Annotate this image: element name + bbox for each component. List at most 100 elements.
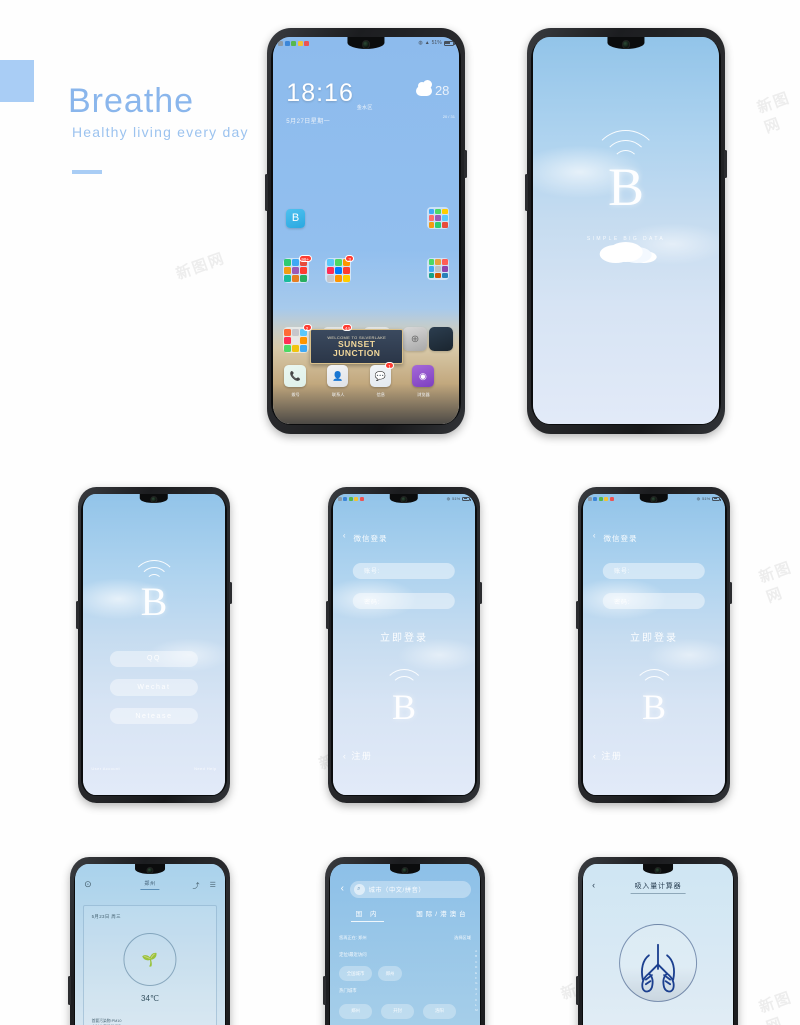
folder-icon[interactable] [282, 327, 309, 354]
alphabet-index[interactable]: ABC DEF GHJ KLM [475, 949, 478, 1012]
dock-label: 浏览器 [417, 392, 430, 398]
dock-label: 拨号 [291, 392, 300, 398]
phone-mockup-inhale: ‹ 吸入量计算器 记录每天吸入P [576, 857, 738, 1025]
temperature-value: 34℃ [141, 994, 159, 1003]
city-chip[interactable]: 开封 [381, 1004, 414, 1019]
battery-icon [462, 496, 472, 502]
weather-range: 20 / 31 [442, 114, 455, 120]
recent-section-label: 定位/最近访问 [339, 952, 367, 958]
dock-icon-messages[interactable]: 💬 1 [369, 362, 395, 387]
login-button-qq[interactable]: QQ [109, 650, 199, 667]
tab-international[interactable]: 国际/港澳台 [405, 908, 480, 922]
app-logo: B SIMPLE BIG DATA [567, 129, 686, 262]
back-button[interactable]: ‹ [593, 531, 596, 540]
folder-icon[interactable] [427, 207, 450, 230]
dock: 📞 👤 💬 1 ◉ 拨号 联系人 信息 浏览器 [273, 362, 458, 416]
need-help-link[interactable]: Need Help [194, 766, 217, 771]
folder-icon[interactable] [427, 257, 450, 280]
notch [643, 863, 673, 874]
power-button[interactable] [724, 149, 728, 179]
page-title: Breathe [68, 82, 195, 120]
app-logo-letter: B [291, 212, 300, 225]
login-submit-button[interactable]: 立即登录 [380, 629, 428, 644]
back-button[interactable]: ‹ [343, 531, 346, 540]
app-icon-car[interactable]: ⊕ [403, 327, 428, 352]
lock-icon[interactable]: ⊙ [84, 879, 92, 890]
weather-card: 5月23日 周三 🌱 34℃ 首要污染物:PM10 实时空气质量指数: 83 [82, 904, 218, 1025]
city-chip[interactable]: 全国城市 [339, 966, 373, 981]
dock-icon-contacts[interactable]: 👤 [327, 365, 349, 387]
register-label: 注册 [601, 751, 623, 762]
lungs-icon [641, 943, 675, 993]
login-button-wechat[interactable]: Wechat [109, 679, 199, 696]
decorative-square [0, 60, 34, 102]
power-button[interactable] [479, 581, 482, 604]
front-camera-icon [361, 39, 371, 49]
dock-icon-phone[interactable]: 📞 [284, 365, 306, 387]
password-field[interactable]: 密码: [602, 593, 706, 609]
watermark: 新图网 [173, 248, 228, 284]
front-camera-icon [400, 496, 408, 503]
select-region-link[interactable]: 选择区域 [454, 935, 471, 941]
back-button[interactable]: ‹ [341, 883, 344, 894]
tab-domestic[interactable]: 国 内 [330, 908, 405, 922]
menu-icon[interactable]: ☰ [210, 881, 216, 889]
volume-button[interactable] [323, 975, 326, 1006]
city-chip[interactable]: 郑州 [339, 1004, 373, 1019]
register-link[interactable]: ‹ 注册 [343, 749, 373, 762]
volume-button[interactable] [524, 174, 528, 211]
battery-percent: 51% [452, 496, 461, 502]
folder-wrapper[interactable]: 99+ [282, 254, 312, 284]
power-button[interactable] [729, 581, 732, 604]
app-icon-breathe[interactable]: B [286, 209, 305, 228]
wifi-icon: ◍ [446, 496, 451, 502]
badge-count: 1 [385, 362, 395, 370]
wifi-icon: ◍ [696, 496, 701, 502]
login-button-netease[interactable]: Netease [109, 707, 199, 725]
back-button[interactable]: ‹ [592, 880, 595, 890]
status-system-icons: ◍ ▲ 51% [418, 40, 455, 46]
status-notification-icons [587, 496, 614, 501]
status-system-icons: ◍ 51% [446, 496, 472, 502]
volume-button[interactable] [264, 174, 268, 211]
badge-count: 2 [302, 324, 312, 332]
screen-title: 微信登录 [603, 534, 638, 544]
register-label: 注册 [351, 751, 373, 762]
power-button[interactable] [464, 149, 468, 179]
volume-button[interactable] [326, 600, 329, 630]
account-field[interactable]: 账号: [602, 563, 706, 579]
volume-button[interactable] [576, 975, 579, 1006]
contacts-icon: 👤 [332, 370, 344, 381]
app-icon-media[interactable] [429, 327, 454, 352]
login-submit-button[interactable]: 立即登录 [630, 629, 678, 644]
user-account-link[interactable]: User Account [91, 766, 120, 771]
city-search-input[interactable]: ⌕ 城市（中文/拼音） [349, 880, 471, 898]
share-icon[interactable]: ⤴ [192, 881, 199, 891]
volume-button[interactable] [576, 600, 579, 630]
page-subtitle: Healthy living every day [72, 124, 249, 140]
tab-city[interactable]: 郑州 [140, 880, 160, 891]
account-field[interactable]: 账号: [352, 563, 456, 579]
app-logo: B [104, 560, 204, 622]
status-notification-icons [337, 496, 364, 501]
title-underline [72, 170, 102, 174]
city-chip[interactable]: 郑州 [378, 966, 402, 981]
phone-screen-splash: B SIMPLE BIG DATA [533, 36, 719, 425]
phone-mockup-oauth: B QQ Wechat Netease User Account Need He… [76, 487, 232, 803]
phone-screen-weather: ⊙ 郑州 ⤴ ☰ 5月23日 周三 🌱 34℃ 首要污染物:PM10 实时空气质… [75, 863, 225, 1025]
notch [639, 493, 669, 504]
register-link[interactable]: ‹ 注册 [593, 749, 623, 762]
phone-mockup-splash: B SIMPLE BIG DATA [524, 28, 728, 434]
front-camera-icon [654, 866, 662, 874]
current-city-label: 您再正在: 郑州 [339, 934, 367, 940]
phone-mockup-login-b: ◍ 51% ‹ 微信登录 账号: 密码: 立即登录 B ‹ 注册 [576, 487, 732, 803]
volume-button[interactable] [76, 600, 79, 630]
folder-wrapper[interactable]: 3 [325, 254, 355, 284]
dock-icon-browser[interactable]: ◉ [412, 365, 434, 387]
city-chip[interactable]: 洛阳 [422, 1004, 456, 1019]
password-field[interactable]: 密码: [352, 593, 456, 609]
folder-wrapper[interactable]: 2 [282, 324, 312, 354]
volume-button[interactable] [68, 975, 71, 1006]
weather-widget[interactable]: 28 [415, 79, 449, 98]
power-button[interactable] [229, 581, 232, 604]
